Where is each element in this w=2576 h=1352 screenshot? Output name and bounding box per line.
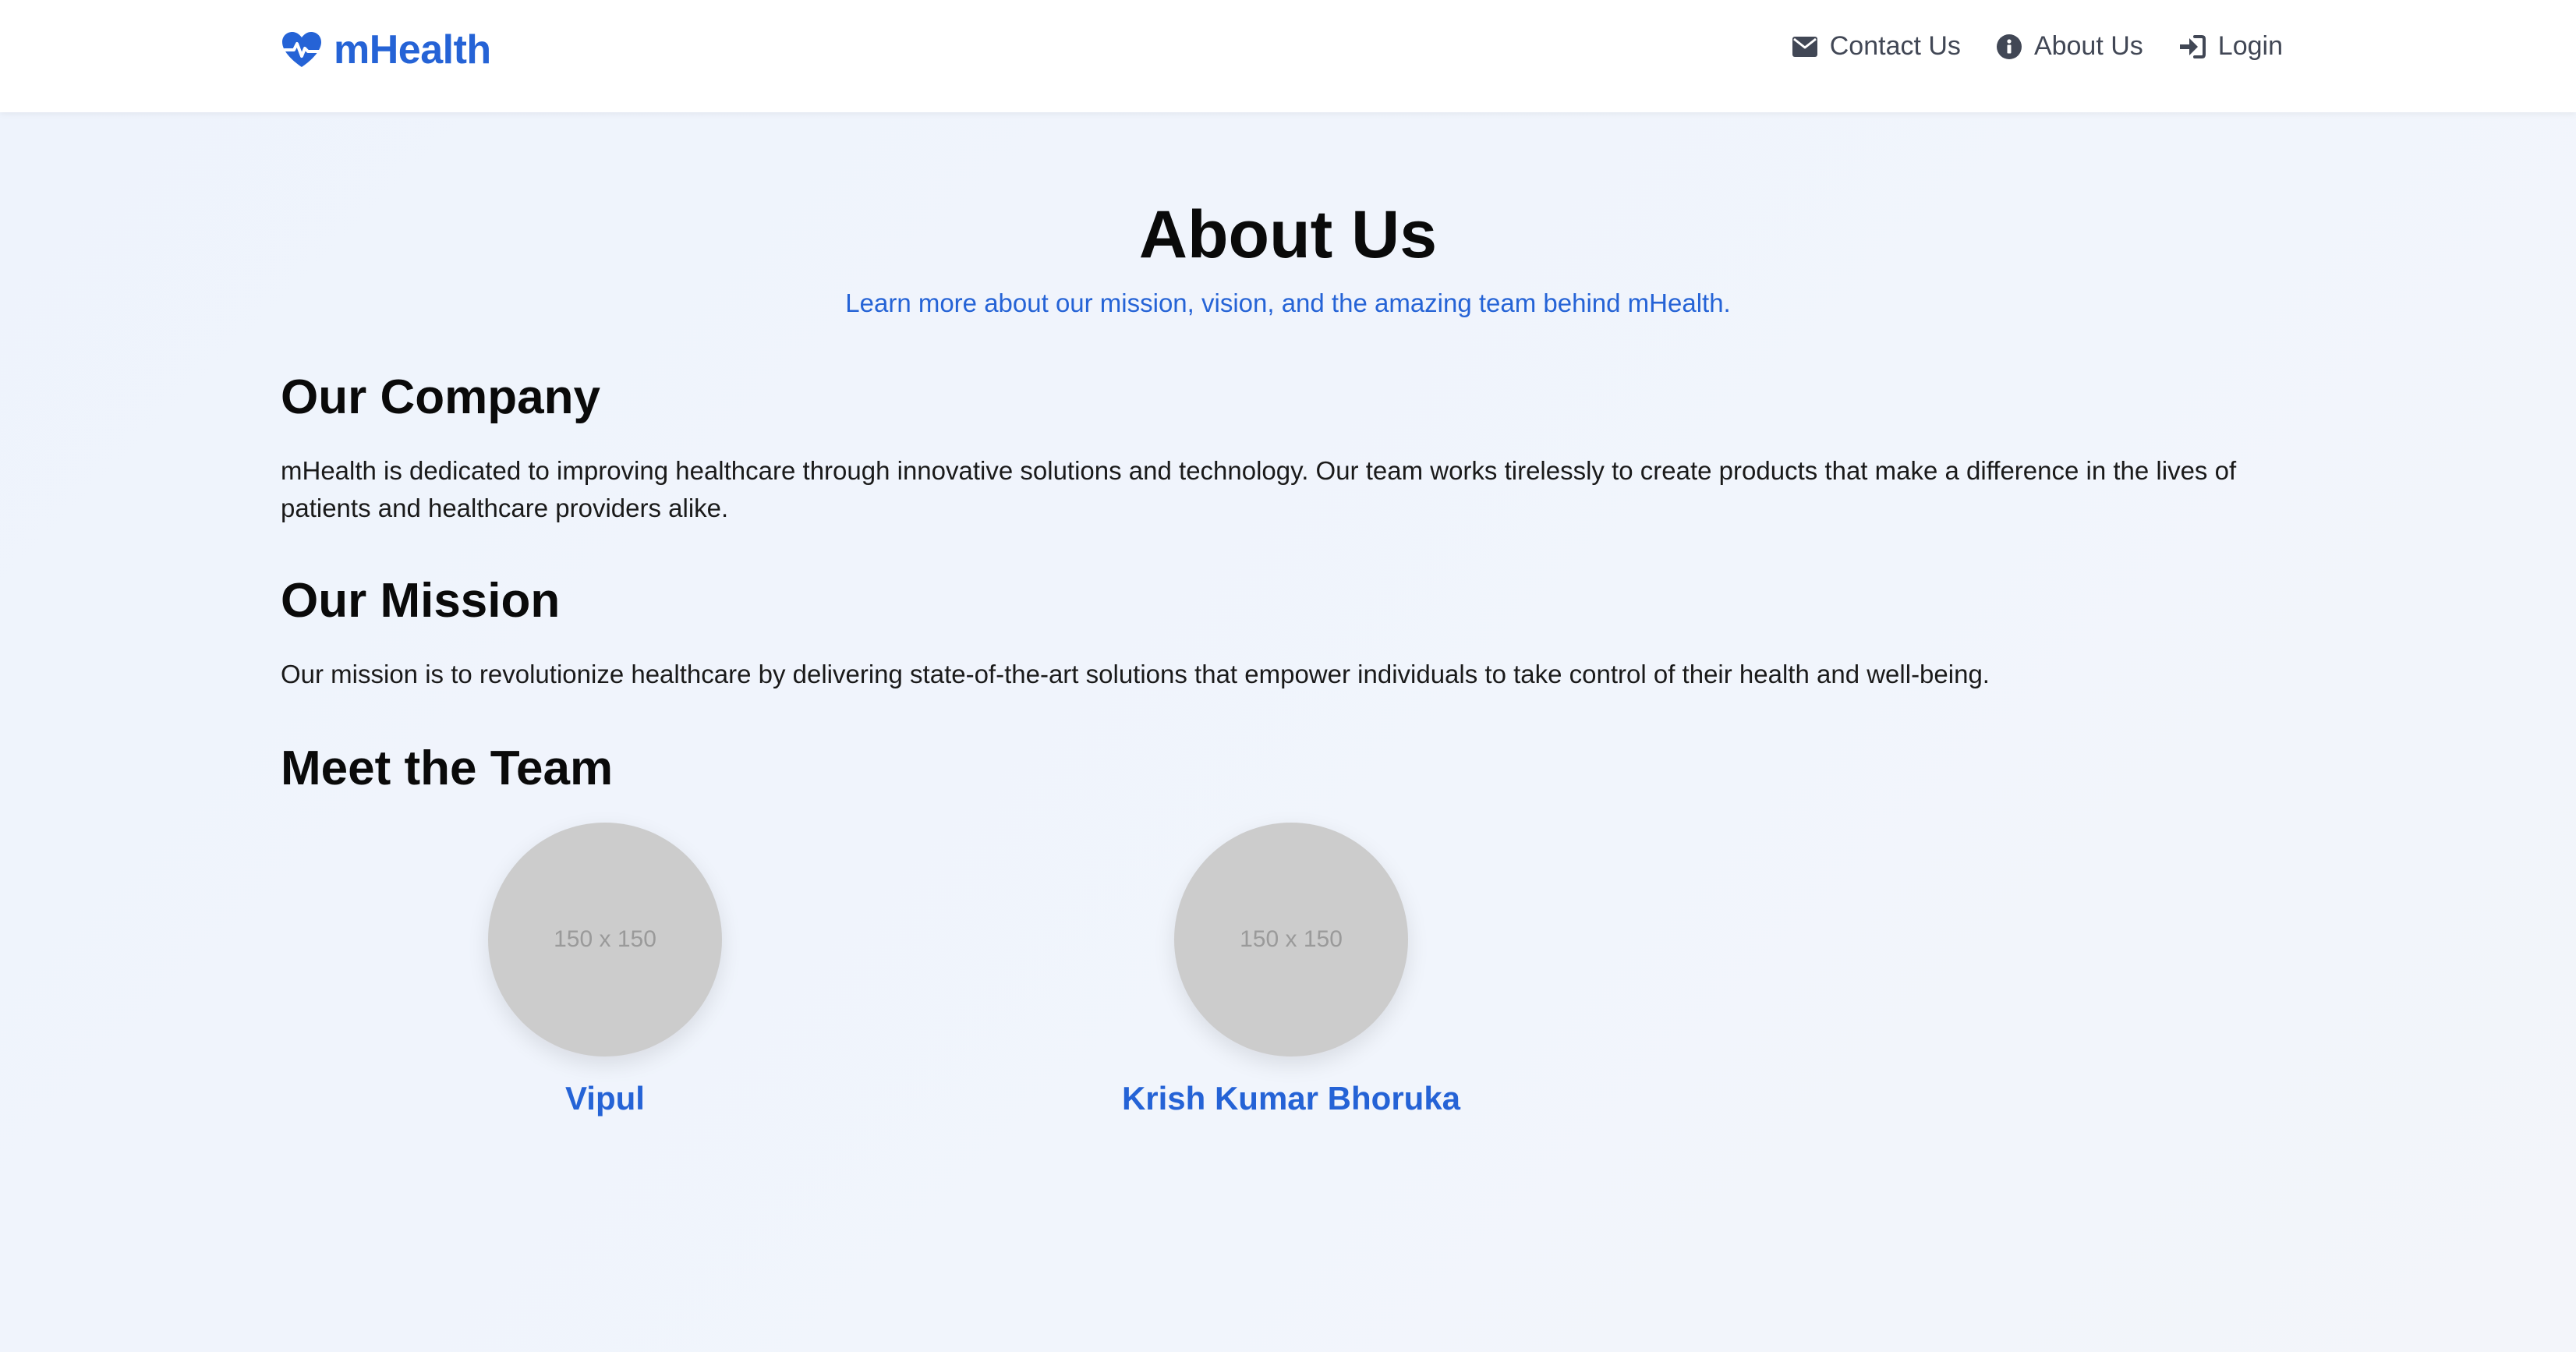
- avatar-placeholder-text: 150 x 150: [554, 926, 656, 952]
- mission-section-title: Our Mission: [281, 574, 561, 628]
- brand-name: mHealth: [334, 27, 491, 73]
- nav-links: Contact Us About Us Login: [1792, 31, 2283, 62]
- team-member-card: 150 x 150 Krish Kumar Bhoruka: [1122, 823, 1460, 1117]
- navbar: mHealth Contact Us About Us Login: [0, 0, 2576, 112]
- nav-item-label: About Us: [2033, 31, 2143, 61]
- team-member-name: Vipul: [565, 1080, 645, 1117]
- page-subtitle: Learn more about our mission, vision, an…: [845, 288, 1731, 317]
- nav-item-about-us[interactable]: About Us: [1996, 31, 2143, 62]
- company-section-text: mHealth is dedicated to improving health…: [281, 456, 2237, 522]
- nav-item-login[interactable]: Login: [2179, 31, 2283, 62]
- heart-pulse-icon: [281, 31, 323, 69]
- nav-item-contact-us[interactable]: Contact Us: [1792, 31, 1961, 62]
- brand-logo[interactable]: mHealth: [281, 27, 491, 73]
- company-section-title: Our Company: [281, 370, 600, 424]
- nav-item-label: Login: [2217, 31, 2283, 61]
- info-circle-icon: [1996, 34, 2022, 59]
- avatar-placeholder-text: 150 x 150: [1240, 926, 1343, 952]
- team-member-name: Krish Kumar Bhoruka: [1121, 1080, 1461, 1117]
- team-section-title: Meet the Team: [281, 741, 614, 795]
- mission-section-text: Our mission is to revolutionize healthca…: [281, 660, 1990, 688]
- envelope-icon: [1792, 36, 1817, 57]
- page-title: About Us: [1138, 197, 1438, 272]
- nav-item-label: Contact Us: [1829, 31, 1961, 61]
- sign-in-icon: [2179, 34, 2206, 58]
- avatar: 150 x 150: [1174, 823, 1408, 1056]
- team-member-card: 150 x 150 Vipul: [441, 823, 769, 1117]
- avatar: 150 x 150: [488, 823, 722, 1056]
